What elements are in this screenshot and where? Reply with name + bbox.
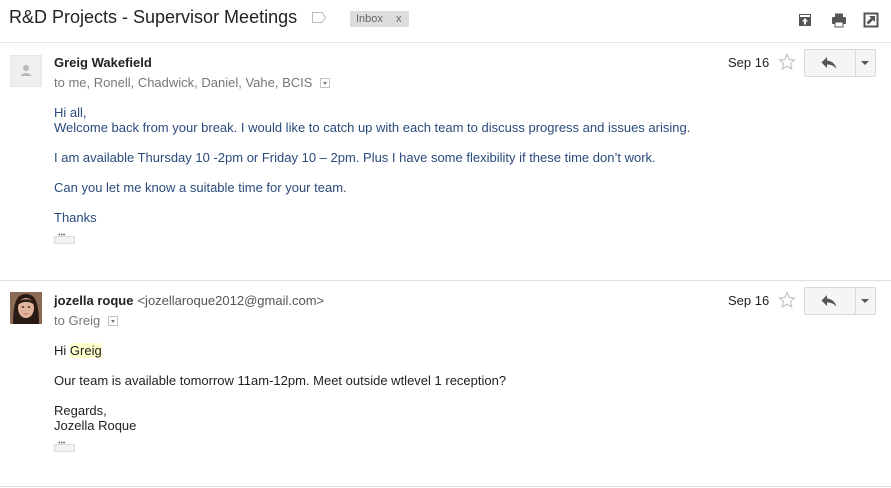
thread-subject: R&D Projects - Supervisor Meetings bbox=[9, 7, 298, 27]
body-line: Hi Greig bbox=[54, 343, 102, 358]
avatar bbox=[10, 55, 42, 87]
star-icon[interactable] bbox=[778, 53, 796, 71]
show-trimmed-content-button[interactable] bbox=[54, 440, 75, 452]
remove-label-button[interactable]: x bbox=[396, 13, 402, 25]
more-options-button[interactable] bbox=[855, 50, 875, 76]
thread-header: R&D Projects - Supervisor Meetings Inbox… bbox=[0, 0, 891, 43]
inbox-label-chip: Inbox x bbox=[350, 11, 409, 27]
message-divider bbox=[0, 486, 891, 487]
message-date: Sep 16 bbox=[728, 293, 770, 308]
reply-button[interactable] bbox=[805, 50, 856, 76]
body-line: Regards, bbox=[54, 403, 107, 418]
new-window-icon[interactable] bbox=[863, 12, 879, 28]
body-line: Hi all, bbox=[54, 105, 87, 120]
default-avatar-icon bbox=[20, 65, 32, 76]
print-icon[interactable] bbox=[831, 12, 847, 28]
message-date: Sep 16 bbox=[728, 55, 770, 70]
show-details-icon[interactable] bbox=[320, 77, 331, 88]
archive-icon[interactable] bbox=[797, 12, 813, 28]
recipients: to Greig bbox=[54, 313, 119, 328]
highlighted-name: Greig bbox=[69, 343, 102, 358]
recipients-text: to Greig bbox=[54, 313, 101, 328]
recipients-text: to me, Ronell, Chadwick, Daniel, Vahe, B… bbox=[54, 75, 313, 90]
avatar bbox=[10, 292, 42, 324]
reply-icon bbox=[821, 57, 837, 69]
greeting-text: Hi bbox=[54, 343, 67, 358]
body-line: Our team is available tomorrow 11am-12pm… bbox=[54, 373, 507, 388]
body-line: Jozella Roque bbox=[54, 418, 137, 433]
inbox-label-text: Inbox bbox=[356, 13, 383, 25]
sender-email: <jozellaroque2012@gmail.com> bbox=[137, 293, 325, 308]
reply-button[interactable] bbox=[805, 288, 856, 314]
sender: jozella roque <jozellaroque2012@gmail.com… bbox=[54, 293, 324, 308]
profile-photo bbox=[10, 292, 42, 324]
message-divider bbox=[0, 280, 891, 281]
reply-button-group bbox=[804, 287, 876, 315]
reply-button-group bbox=[804, 49, 876, 77]
sender-name[interactable]: jozella roque bbox=[54, 293, 133, 308]
body-line: I am available Thursday 10 -2pm or Frida… bbox=[54, 150, 656, 165]
label-icon[interactable] bbox=[312, 12, 326, 23]
show-trimmed-content-button[interactable] bbox=[54, 232, 75, 244]
sender-name[interactable]: Greig Wakefield bbox=[54, 55, 152, 70]
body-line: Can you let me know a suitable time for … bbox=[54, 180, 347, 195]
body-line: Thanks bbox=[54, 210, 97, 225]
body-line: Welcome back from your break. I would li… bbox=[54, 120, 691, 135]
show-details-icon[interactable] bbox=[108, 315, 119, 326]
recipients: to me, Ronell, Chadwick, Daniel, Vahe, B… bbox=[54, 75, 331, 90]
more-options-button[interactable] bbox=[855, 288, 875, 314]
reply-icon bbox=[821, 295, 837, 307]
star-icon[interactable] bbox=[778, 291, 796, 309]
